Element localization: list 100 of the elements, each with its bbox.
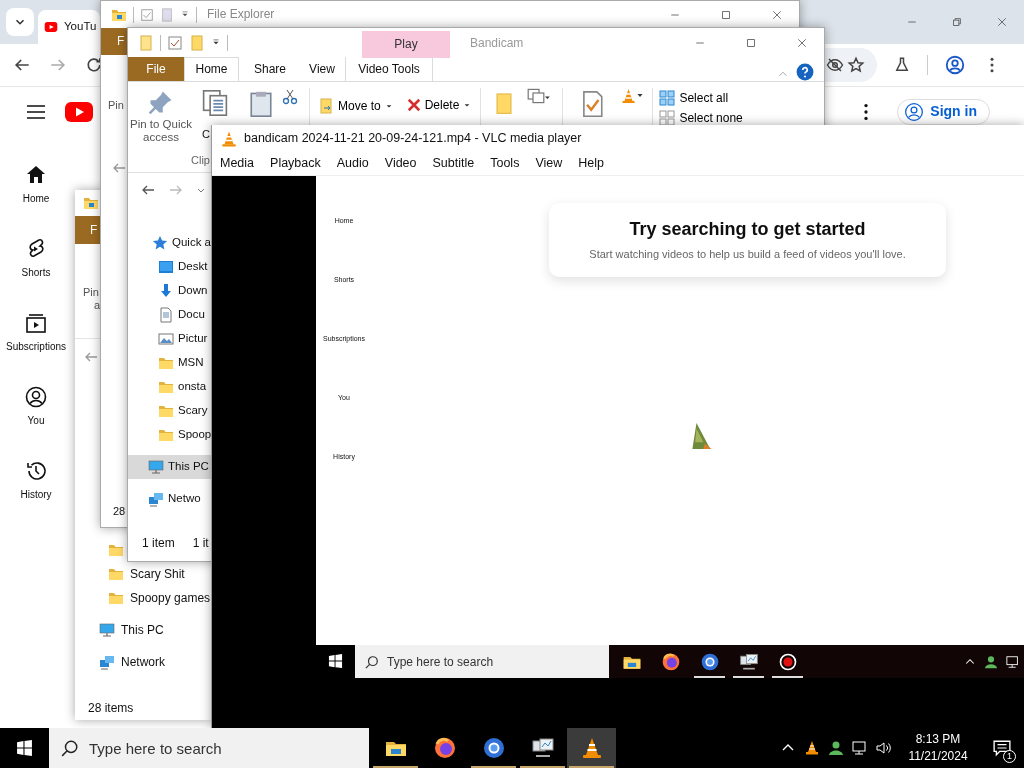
search-icon [61, 739, 79, 757]
nav-item[interactable]: Scary [128, 399, 211, 423]
ribbon-label: Pin [83, 286, 99, 300]
windows-icon[interactable] [328, 654, 343, 669]
person-icon[interactable] [984, 654, 998, 669]
close-icon[interactable] [795, 37, 808, 49]
computers-icon [530, 736, 555, 760]
record-icon [777, 651, 798, 672]
group-label: Clip [191, 153, 210, 167]
ribbon-tab[interactable]: Share [241, 57, 299, 81]
scissors-icon[interactable] [282, 88, 298, 106]
nav-item[interactable]: This PC [75, 618, 211, 642]
ribbon-tab[interactable]: File [128, 57, 184, 81]
ribbon-tab[interactable]: View [299, 57, 345, 81]
star-icon [152, 235, 168, 251]
ribbon-label: Pin [108, 99, 124, 113]
window-title: File Explorer [207, 7, 275, 22]
browser-tab[interactable]: YouTu [38, 10, 100, 44]
flask-icon[interactable] [893, 56, 911, 74]
person-icon[interactable] [828, 740, 844, 756]
card-title: Try searching to get started [629, 218, 866, 241]
clock-date: 11/21/2024 [908, 748, 968, 765]
ribbon-label: a [94, 299, 101, 313]
search-icon [365, 654, 379, 669]
maximize-icon[interactable] [744, 37, 757, 49]
profile-icon[interactable] [944, 54, 966, 76]
copy-icon[interactable] [202, 88, 228, 118]
window-title: Bandicam [470, 35, 524, 51]
menu-item[interactable]: Tools [482, 156, 528, 171]
computers-icon [738, 651, 759, 672]
move-to-button[interactable]: Move to [318, 98, 393, 114]
menu-item[interactable]: Media [212, 156, 263, 171]
status-text: 28 items [88, 700, 134, 716]
check-icon[interactable] [140, 7, 154, 22]
nav-item[interactable]: Quick a [128, 231, 211, 255]
menu-item[interactable]: Video [376, 156, 425, 171]
menu-item[interactable]: Help [570, 156, 612, 171]
nav-item[interactable]: onsta [128, 375, 211, 399]
eye-off-icon[interactable] [826, 56, 844, 74]
nav-item[interactable]: Docu [128, 303, 211, 327]
fox-browser-icon [432, 736, 457, 760]
desktop-icon [158, 259, 174, 275]
sidebar-item[interactable]: Home [0, 147, 72, 221]
status-text: 28 [113, 505, 126, 519]
nav-item[interactable]: Network [75, 650, 211, 674]
user-icon [904, 101, 925, 122]
monitor-icon [99, 622, 115, 638]
nav-item[interactable]: Scary Shit [75, 562, 211, 586]
subscriptions-icon [24, 311, 48, 335]
user-icon [24, 385, 48, 409]
image-icon [158, 331, 174, 347]
nav-item[interactable]: Pictur [128, 327, 211, 351]
status-text: 1 it [192, 535, 209, 551]
pin-button[interactable]: Pin to Quick access [128, 88, 194, 145]
card-text: Start watching videos to help us build a feed of videos you'll love. [589, 248, 906, 262]
menu-item[interactable]: View [527, 156, 571, 171]
traffic-cone-icon[interactable] [804, 740, 820, 756]
browser-icon [699, 651, 720, 672]
fox-browser-icon [660, 651, 681, 672]
download-icon [158, 283, 174, 299]
ribbon-tab[interactable]: Home [184, 57, 239, 81]
copy-to-icon[interactable] [527, 88, 552, 104]
nav-item[interactable]: Down [128, 279, 211, 303]
speaker-icon[interactable] [876, 740, 892, 756]
select-none-button[interactable]: Select none [659, 110, 743, 126]
nav-item[interactable]: Spoopy games [75, 586, 211, 610]
nav-item[interactable]: Spoop [128, 423, 211, 447]
close-icon[interactable] [770, 8, 783, 21]
sidebar-item[interactable]: History [0, 443, 72, 517]
ribbon-tab[interactable]: Video Tools [345, 57, 433, 81]
help-icon[interactable] [796, 63, 814, 81]
close-icon [995, 16, 1008, 28]
search-field[interactable]: Type here to search [49, 728, 369, 768]
window-title: bandicam 2024-11-21 20-09-24-121.mp4 - VLC media player [244, 131, 582, 146]
menu-tab[interactable]: F [101, 28, 127, 55]
sidebar-item[interactable]: Subscriptions [0, 295, 72, 369]
status-text: 1 item [142, 535, 175, 551]
nav-item[interactable]: MSN [128, 351, 211, 375]
delete-button[interactable]: Delete [406, 98, 472, 113]
notification-count: 1 [1003, 750, 1016, 763]
triangle-icon [691, 420, 713, 452]
message-icon [993, 739, 1011, 757]
nav-item[interactable]: Netwo [128, 487, 211, 511]
menu-item[interactable]: Subtitle [424, 156, 483, 171]
delete-icon [406, 98, 421, 113]
select-all-button[interactable]: Select all [659, 90, 743, 106]
context-tab[interactable]: Play [362, 31, 450, 58]
nav-item[interactable]: Deskt [128, 255, 211, 279]
sign-in-button[interactable]: Sign in [897, 98, 990, 125]
menu-tab[interactable]: F [75, 216, 100, 244]
notification-button[interactable]: 1 [980, 728, 1024, 768]
search-field[interactable]: Type here to search [355, 645, 609, 678]
nav-item[interactable]: This PC [128, 455, 211, 479]
star-icon[interactable] [847, 56, 865, 74]
maximize-icon[interactable] [719, 8, 732, 21]
sidebar-item[interactable]: Shorts [0, 221, 72, 295]
check-icon[interactable] [167, 35, 183, 51]
sidebar-item[interactable]: You [0, 369, 72, 443]
menu-item[interactable]: Playback [262, 156, 329, 171]
menu-item[interactable]: Audio [328, 156, 377, 171]
